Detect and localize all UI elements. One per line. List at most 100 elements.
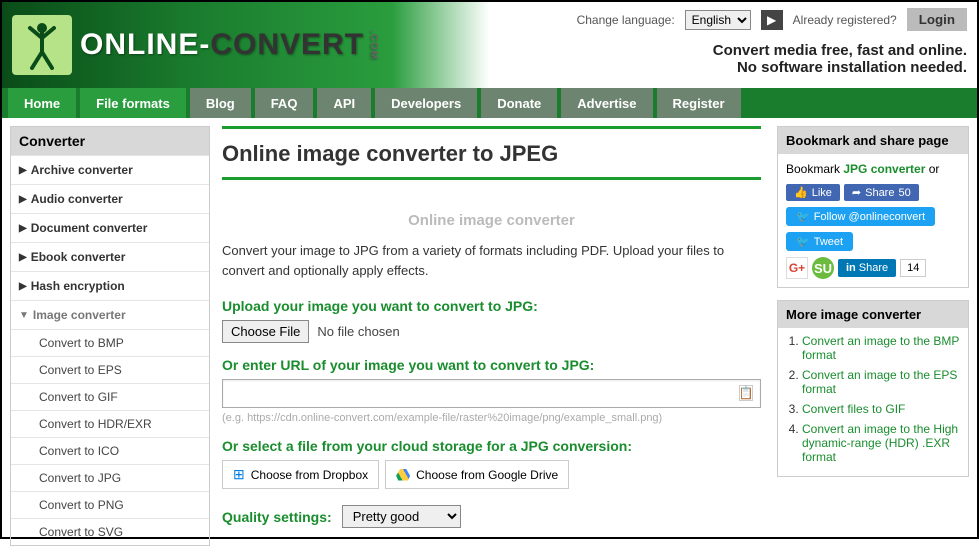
sidebar-item-audio-converter[interactable]: ▶ Audio converter bbox=[11, 184, 209, 213]
sidebar-item-label: Document converter bbox=[31, 221, 148, 235]
more-converter-title: More image converter bbox=[778, 301, 968, 328]
gdrive-button[interactable]: Choose from Google Drive bbox=[385, 460, 569, 489]
nav-api[interactable]: API bbox=[317, 88, 371, 118]
chevron-right-icon: ▶ bbox=[19, 252, 27, 263]
nav-file-formats[interactable]: File formats bbox=[80, 88, 186, 118]
logo-text-dotcom: .COM bbox=[368, 30, 379, 60]
sidebar-title: Converter bbox=[11, 127, 209, 155]
nav-donate[interactable]: Donate bbox=[481, 88, 557, 118]
more-item: Convert files to GIF bbox=[802, 402, 962, 416]
cloud-label: Or select a file from your cloud storage… bbox=[222, 438, 761, 454]
fb-share-button[interactable]: ➦Share 50 bbox=[844, 184, 919, 201]
divider bbox=[222, 126, 761, 129]
chevron-right-icon: ▶ bbox=[19, 194, 27, 205]
bookmark-link[interactable]: JPG converter bbox=[843, 162, 925, 176]
sidebar-sub-convert-to-eps[interactable]: Convert to EPS bbox=[11, 356, 209, 383]
nav-developers[interactable]: Developers bbox=[375, 88, 477, 118]
logo-icon bbox=[12, 15, 72, 75]
url-hint: (e.g. https://cdn.online-convert.com/exa… bbox=[222, 412, 761, 424]
sidebar: Converter ▶ Archive converter ▶ Audio conve… bbox=[10, 126, 210, 546]
thumbs-up-icon: 👍 bbox=[794, 186, 808, 199]
sidebar-item-label: Audio converter bbox=[31, 192, 123, 206]
dropbox-icon: ⊞ bbox=[233, 466, 245, 483]
already-registered-label: Already registered? bbox=[793, 13, 897, 27]
tagline: Convert media free, fast and online. No … bbox=[713, 42, 967, 76]
page-title: Online image converter to JPEG bbox=[222, 141, 761, 167]
upload-label: Upload your image you want to convert to… bbox=[222, 298, 761, 314]
linkedin-share-button[interactable]: in Share bbox=[838, 259, 896, 277]
linkedin-count: 14 bbox=[900, 259, 926, 277]
header: ONLINE-CONVERT.COM Change language: Engl… bbox=[2, 2, 977, 88]
top-bar: Change language: English ▶ Already regis… bbox=[577, 8, 967, 31]
more-item-link[interactable]: Convert an image to the High dynamic-ran… bbox=[802, 422, 958, 464]
nav-register[interactable]: Register bbox=[657, 88, 741, 118]
bookmark-line: Bookmark JPG converter or bbox=[786, 162, 960, 176]
twitter-icon: 🐦 bbox=[796, 235, 810, 248]
nav-faq[interactable]: FAQ bbox=[255, 88, 314, 118]
bookmark-box-title: Bookmark and share page bbox=[778, 127, 968, 154]
language-go-button[interactable]: ▶ bbox=[761, 10, 783, 30]
main-nav: HomeFile formatsBlogFAQAPIDevelopersDona… bbox=[2, 88, 977, 118]
logo[interactable]: ONLINE-CONVERT.COM bbox=[12, 15, 379, 75]
sidebar-sub-convert-to-gif[interactable]: Convert to GIF bbox=[11, 383, 209, 410]
sidebar-sub-convert-to-ico[interactable]: Convert to ICO bbox=[11, 437, 209, 464]
more-item: Convert an image to the EPS format bbox=[802, 368, 962, 396]
more-converter-list: Convert an image to the BMP format Conver… bbox=[778, 328, 968, 476]
quality-label: Quality settings: bbox=[222, 509, 332, 525]
chevron-right-icon: ▶ bbox=[19, 223, 27, 234]
share-icon: ➦ bbox=[852, 186, 861, 199]
choose-file-button[interactable]: Choose File bbox=[222, 320, 309, 343]
sidebar-item-ebook-converter[interactable]: ▶ Ebook converter bbox=[11, 242, 209, 271]
subtitle: Online image converter bbox=[222, 212, 761, 229]
fb-like-button[interactable]: 👍Like bbox=[786, 184, 840, 201]
sidebar-item-archive-converter[interactable]: ▶ Archive converter bbox=[11, 155, 209, 184]
description: Convert your image to JPG from a variety… bbox=[222, 241, 761, 280]
more-item-link[interactable]: Convert an image to the EPS format bbox=[802, 368, 957, 396]
file-status: No file chosen bbox=[317, 324, 399, 339]
divider bbox=[222, 177, 761, 180]
url-input[interactable] bbox=[222, 379, 761, 408]
chevron-right-icon: ▶ bbox=[19, 281, 27, 292]
sidebar-item-document-converter[interactable]: ▶ Document converter bbox=[11, 213, 209, 242]
gdrive-icon bbox=[396, 469, 410, 481]
tweet-button[interactable]: 🐦Tweet bbox=[786, 232, 853, 251]
chevron-down-icon: ▼ bbox=[19, 310, 29, 321]
sidebar-item-label: Ebook converter bbox=[31, 250, 126, 264]
nav-home[interactable]: Home bbox=[8, 88, 76, 118]
nav-advertise[interactable]: Advertise bbox=[561, 88, 652, 118]
gplus-button[interactable]: G+ bbox=[786, 257, 808, 279]
gdrive-label: Choose from Google Drive bbox=[416, 468, 558, 482]
sidebar-item-hash-encryption[interactable]: ▶ Hash encryption bbox=[11, 271, 209, 300]
sidebar-sub-convert-to-svg[interactable]: Convert to SVG bbox=[11, 518, 209, 545]
tagline-line2: No software installation needed. bbox=[713, 59, 967, 76]
more-item-link[interactable]: Convert an image to the BMP format bbox=[802, 334, 959, 362]
sidebar-item-image-converter[interactable]: ▼ Image converter bbox=[11, 300, 209, 329]
twitter-follow-button[interactable]: 🐦Follow @onlineconvert bbox=[786, 207, 935, 226]
more-item-link[interactable]: Convert files to GIF bbox=[802, 402, 905, 416]
logo-text-online: ONLINE- bbox=[80, 28, 210, 62]
clipboard-icon[interactable]: 📋 bbox=[739, 385, 753, 401]
twitter-icon: 🐦 bbox=[796, 210, 810, 223]
nav-blog[interactable]: Blog bbox=[190, 88, 251, 118]
stumbleupon-button[interactable]: SU bbox=[812, 257, 834, 279]
quality-select[interactable]: Pretty good bbox=[342, 505, 461, 528]
dropbox-label: Choose from Dropbox bbox=[251, 468, 368, 482]
sidebar-item-label: Hash encryption bbox=[31, 279, 125, 293]
sidebar-sub-convert-to-hdr-exr[interactable]: Convert to HDR/EXR bbox=[11, 410, 209, 437]
tagline-line1: Convert media free, fast and online. bbox=[713, 42, 967, 59]
change-language-label: Change language: bbox=[577, 13, 675, 27]
more-item: Convert an image to the BMP format bbox=[802, 334, 962, 362]
sidebar-item-label: Image converter bbox=[33, 308, 126, 322]
url-label: Or enter URL of your image you want to c… bbox=[222, 357, 761, 373]
login-button[interactable]: Login bbox=[907, 8, 967, 31]
sidebar-sub-convert-to-jpg[interactable]: Convert to JPG bbox=[11, 464, 209, 491]
language-select[interactable]: English bbox=[685, 10, 751, 30]
sidebar-item-label: Archive converter bbox=[31, 163, 133, 177]
chevron-right-icon: ▶ bbox=[19, 165, 27, 176]
right-column: Bookmark and share page Bookmark JPG con… bbox=[777, 126, 969, 546]
sidebar-sub-convert-to-png[interactable]: Convert to PNG bbox=[11, 491, 209, 518]
main-content: Online image converter to JPEG Online im… bbox=[222, 126, 765, 546]
sidebar-sub-convert-to-bmp[interactable]: Convert to BMP bbox=[11, 329, 209, 356]
more-item: Convert an image to the High dynamic-ran… bbox=[802, 422, 962, 464]
dropbox-button[interactable]: ⊞ Choose from Dropbox bbox=[222, 460, 379, 489]
